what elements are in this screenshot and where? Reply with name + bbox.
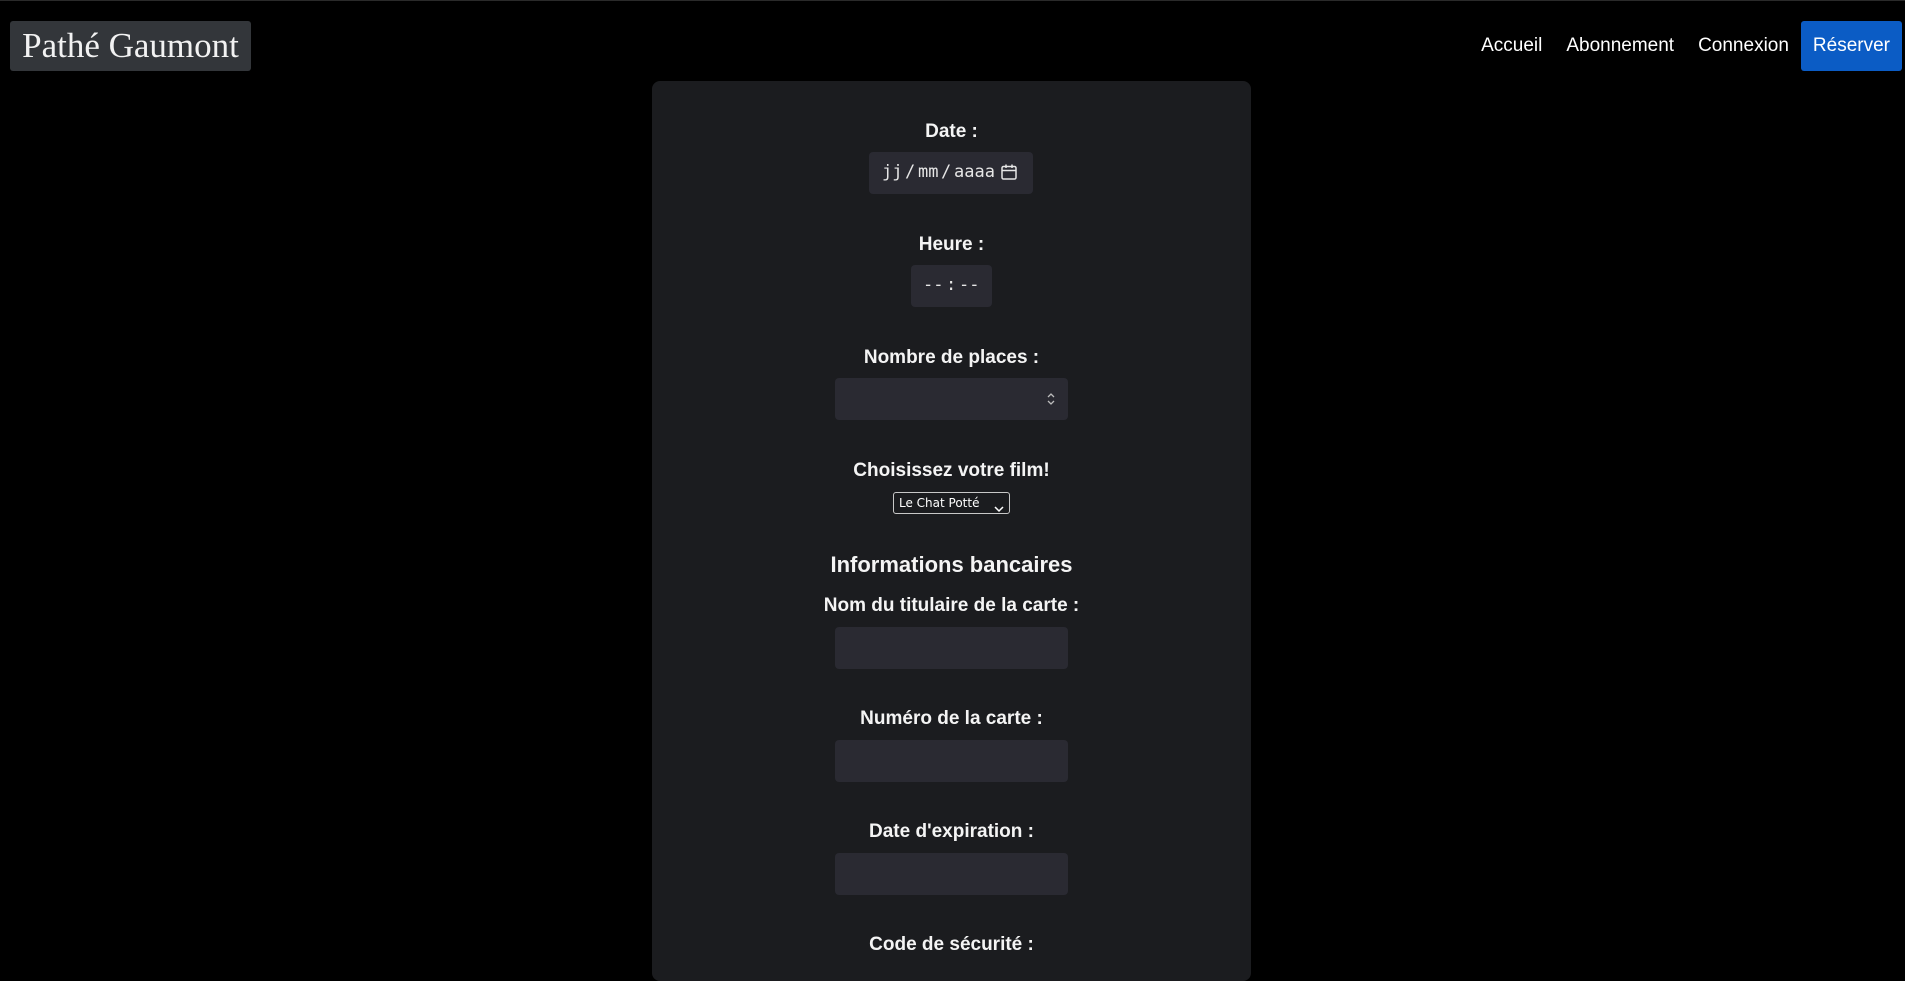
date-field-group: Date : bbox=[652, 121, 1251, 143]
date-separator: / bbox=[905, 162, 916, 182]
nav-link-reserver[interactable]: Réserver bbox=[1800, 21, 1902, 71]
calendar-icon[interactable] bbox=[1000, 163, 1018, 186]
film-label: Choisissez votre film! bbox=[853, 460, 1050, 481]
spinner-arrows-icon[interactable] bbox=[1046, 391, 1056, 412]
nav-link-abonnement[interactable]: Abonnement bbox=[1554, 21, 1686, 71]
titulaire-label: Nom du titulaire de la carte : bbox=[823, 595, 1080, 616]
places-field-group: Nombre de places : bbox=[652, 347, 1251, 369]
nav-link-connexion[interactable]: Connexion bbox=[1686, 21, 1801, 71]
bank-section: Informations bancaires bbox=[652, 552, 1251, 578]
date-separator: / bbox=[941, 162, 952, 182]
expiration-field-group: Date d'expiration : bbox=[652, 821, 1251, 843]
numero-input[interactable] bbox=[835, 740, 1068, 782]
heure-field-group: Heure : bbox=[652, 234, 1251, 256]
nav-link-accueil[interactable]: Accueil bbox=[1469, 21, 1554, 71]
film-select[interactable]: Le Chat Potté bbox=[893, 492, 1010, 514]
navbar: Pathé Gaumont Accueil Abonnement Connexi… bbox=[0, 0, 1905, 80]
chevron-down-icon bbox=[994, 499, 1004, 519]
securite-field-group: Code de sécurité : bbox=[652, 934, 1251, 956]
date-label: Date : bbox=[925, 121, 978, 142]
heure-separator: : bbox=[946, 275, 957, 295]
nav-links: Accueil Abonnement Connexion Réserver bbox=[1469, 21, 1902, 71]
date-input[interactable]: jj / mm / aaaa bbox=[869, 152, 1033, 194]
heure-input[interactable]: -- : -- bbox=[911, 265, 992, 307]
film-selected-value: Le Chat Potté bbox=[899, 496, 980, 510]
heure-minutes-placeholder: -- bbox=[959, 275, 980, 295]
numero-label: Numéro de la carte : bbox=[860, 708, 1043, 729]
expiration-label: Date d'expiration : bbox=[869, 821, 1034, 842]
date-year-placeholder: aaaa bbox=[954, 162, 995, 182]
titulaire-input[interactable] bbox=[835, 627, 1068, 669]
heure-hours-placeholder: -- bbox=[923, 275, 944, 295]
bank-section-title: Informations bancaires bbox=[830, 552, 1073, 577]
securite-label: Code de sécurité : bbox=[869, 934, 1034, 955]
date-day-placeholder: jj bbox=[882, 162, 903, 182]
brand-logo[interactable]: Pathé Gaumont bbox=[10, 21, 251, 71]
places-label: Nombre de places : bbox=[863, 347, 1040, 368]
date-month-placeholder: mm bbox=[918, 162, 939, 182]
expiration-input[interactable] bbox=[835, 853, 1068, 895]
titulaire-field-group: Nom du titulaire de la carte : bbox=[652, 595, 1251, 617]
numero-field-group: Numéro de la carte : bbox=[652, 708, 1251, 730]
heure-label: Heure : bbox=[918, 234, 985, 255]
film-field-group: Choisissez votre film! bbox=[652, 460, 1251, 482]
places-input[interactable] bbox=[835, 378, 1068, 420]
reservation-form: Date : jj / mm / aaaa Heure : -- : -- No… bbox=[652, 81, 1251, 981]
